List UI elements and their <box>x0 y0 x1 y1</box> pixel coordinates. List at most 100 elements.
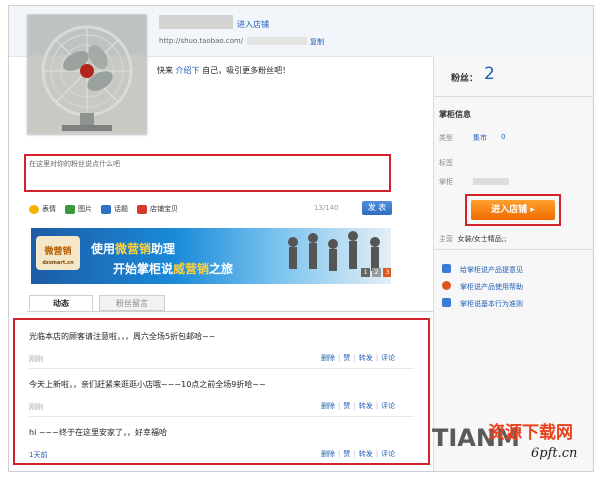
tags-label: 标签 <box>439 159 453 167</box>
like-link[interactable]: 赞 <box>343 450 350 458</box>
like-link[interactable]: 赞 <box>343 402 350 410</box>
shop-url: http://shuo.taobao.com/ <box>159 37 244 45</box>
help-label: 掌柜说产品使用帮助 <box>460 283 523 291</box>
shop-avatar[interactable] <box>27 14 147 134</box>
topic-button[interactable]: 话题 <box>101 204 128 214</box>
banner-line-1-c: 助理 <box>151 242 176 256</box>
feed-text: 光临本店的顾客请注意啦，，，周六全场5折包邮哈~~ <box>29 332 216 341</box>
rules-icon <box>442 298 451 307</box>
enter-store-button[interactable]: 进入店铺 ▸ <box>471 200 555 220</box>
fan-photo-icon <box>28 15 146 133</box>
emoji-icon <box>29 204 39 214</box>
forward-link[interactable]: 转发 <box>359 354 373 362</box>
sidebar-divider <box>434 96 593 97</box>
shop-info-title: 掌柜信息 <box>439 110 471 119</box>
enter-store-highlight: 进入店铺 ▸ <box>465 194 561 226</box>
emoji-label: 表情 <box>42 205 56 213</box>
action-separator: | <box>353 354 356 362</box>
publish-button[interactable]: 发 表 <box>362 201 392 215</box>
right-sidebar: 粉丝： 2 掌柜信息 类型 集市 0 标签 掌柜 进入店铺 ▸ 主营 女装/女士… <box>434 56 593 471</box>
promo-banner[interactable]: 微营销 dzsmart.cn 使用微营销助理 开始掌柜说威营销之旅 1 2 3 <box>31 228 391 284</box>
banner-line-1-b: 微营销 <box>115 242 152 256</box>
feed-actions: 删除 | 赞 | 转发 | 评论 <box>321 449 395 459</box>
action-separator: | <box>338 402 341 410</box>
topic-label: 话题 <box>114 205 128 213</box>
enter-store-link[interactable]: 进入店铺 <box>237 19 269 30</box>
forward-link[interactable]: 转发 <box>359 402 373 410</box>
banner-logo-url: dzsmart.cn <box>42 260 74 266</box>
fans-label: 粉丝： <box>451 74 479 84</box>
banner-line-1: 使用微营销助理 <box>91 240 175 257</box>
forward-link[interactable]: 转发 <box>359 450 373 458</box>
copy-url-link[interactable]: 复制 <box>310 37 324 47</box>
feed-text: hi ~~~终于在这里安家了，，好幸福哈 <box>29 428 167 437</box>
comment-link[interactable]: 评论 <box>381 402 395 410</box>
tab-fan-messages[interactable]: 粉丝留言 <box>99 295 165 311</box>
image-icon <box>65 204 75 214</box>
feed-time: 1天前 <box>29 451 48 459</box>
feed-text: 今天上新啦，，亲们赶紧来逛逛小店哦~~~10点之前全场9折哈~~ <box>29 380 266 389</box>
emoji-button[interactable]: 表情 <box>29 204 56 214</box>
feed-actions: 删除 | 赞 | 转发 | 评论 <box>321 401 395 411</box>
banner-line-2-b: 威营销 <box>173 262 210 276</box>
topic-icon <box>101 204 111 214</box>
image-button[interactable]: 图片 <box>65 204 92 214</box>
tabs-divider <box>27 311 433 312</box>
char-counter: 13/140 <box>314 204 339 212</box>
action-separator: | <box>375 354 379 362</box>
main-category-value: 女装/女士精品;; <box>457 235 507 243</box>
post-input[interactable]: 在这里对你的粉丝说点什么吧 <box>24 154 391 192</box>
delete-link[interactable]: 删除 <box>321 402 335 410</box>
sidebar-divider <box>434 249 593 250</box>
tab-activity[interactable]: 动态 <box>29 295 93 311</box>
fans-count[interactable]: 2 <box>484 64 495 84</box>
feed-item: 今天上新啦，，亲们赶紧来逛逛小店哦~~~10点之前全场9折哈~~ 刚刚 删除 | 赞… <box>15 370 428 418</box>
pager-3[interactable]: 3 <box>383 268 391 277</box>
action-separator: | <box>375 402 379 410</box>
delete-link[interactable]: 删除 <box>321 354 335 362</box>
banner-line-1-a: 使用 <box>91 242 116 256</box>
activity-feed: 光临本店的顾客请注意啦，，，周六全场5折包邮哈~~ 刚刚 删除 | 赞 | 转发 | 评论 … <box>13 318 430 465</box>
type-label: 类型 <box>439 134 453 142</box>
rules-label: 掌柜说基本行为准则 <box>460 300 523 308</box>
shop-page-frame: 进入店铺 http://shuo.taobao.com/ 复制 快来 介绍下 自… <box>8 5 594 472</box>
action-separator: | <box>375 450 379 458</box>
shop-item-button[interactable]: 店铺宝贝 <box>137 204 178 214</box>
banner-line-2: 开始掌柜说威营销之旅 <box>113 260 233 277</box>
type-count: 0 <box>501 133 506 141</box>
feedback-label: 给掌柜说产品提意见 <box>460 266 523 274</box>
url-redacted <box>247 37 307 45</box>
feed-divider <box>29 368 414 369</box>
pager-2[interactable]: 2 <box>372 268 381 277</box>
pager-1[interactable]: 1 <box>361 268 370 277</box>
shopkeeper-redacted <box>473 178 509 185</box>
type-value[interactable]: 集市 <box>473 133 487 143</box>
feedback-icon <box>442 264 451 273</box>
action-separator: | <box>338 354 341 362</box>
watermark-site-cn: 资源下载网 <box>488 423 573 443</box>
intro-text: 快来 介绍下 自己，吸引更多粉丝吧！ <box>157 65 290 76</box>
banner-line-2-a: 开始掌柜说 <box>113 262 174 276</box>
banner-logo-text: 微营销 <box>44 247 72 257</box>
intro-suffix: 自己，吸引更多粉丝吧！ <box>202 66 291 75</box>
shop-item-label: 店铺宝贝 <box>150 205 178 213</box>
comment-link[interactable]: 评论 <box>381 354 395 362</box>
feed-time: 刚刚 <box>29 403 43 411</box>
delete-link[interactable]: 删除 <box>321 450 335 458</box>
intro-prefix: 快来 <box>157 66 173 75</box>
feed-item: hi ~~~终于在这里安家了，，好幸福哈 1天前 删除 | 赞 | 转发 | 评论 <box>15 418 428 466</box>
main-category-label: 主营 <box>439 235 453 243</box>
feed-item: 光临本店的顾客请注意啦，，，周六全场5折包邮哈~~ 刚刚 删除 | 赞 | 转发 | 评论 <box>15 322 428 370</box>
feed-actions: 删除 | 赞 | 转发 | 评论 <box>321 353 395 363</box>
shop-name-redacted <box>159 15 233 29</box>
site-watermark: TIANM 资源下载网 6pft.cn <box>428 418 598 473</box>
shopkeeper-label: 掌柜 <box>439 178 453 186</box>
watermark-url: 6pft.cn <box>531 446 578 461</box>
action-separator: | <box>338 450 341 458</box>
intro-link[interactable]: 介绍下 <box>176 66 200 75</box>
banner-line-2-c: 之旅 <box>209 262 234 276</box>
shop-item-icon <box>137 204 147 214</box>
image-label: 图片 <box>78 205 92 213</box>
like-link[interactable]: 赞 <box>343 354 350 362</box>
comment-link[interactable]: 评论 <box>381 450 395 458</box>
